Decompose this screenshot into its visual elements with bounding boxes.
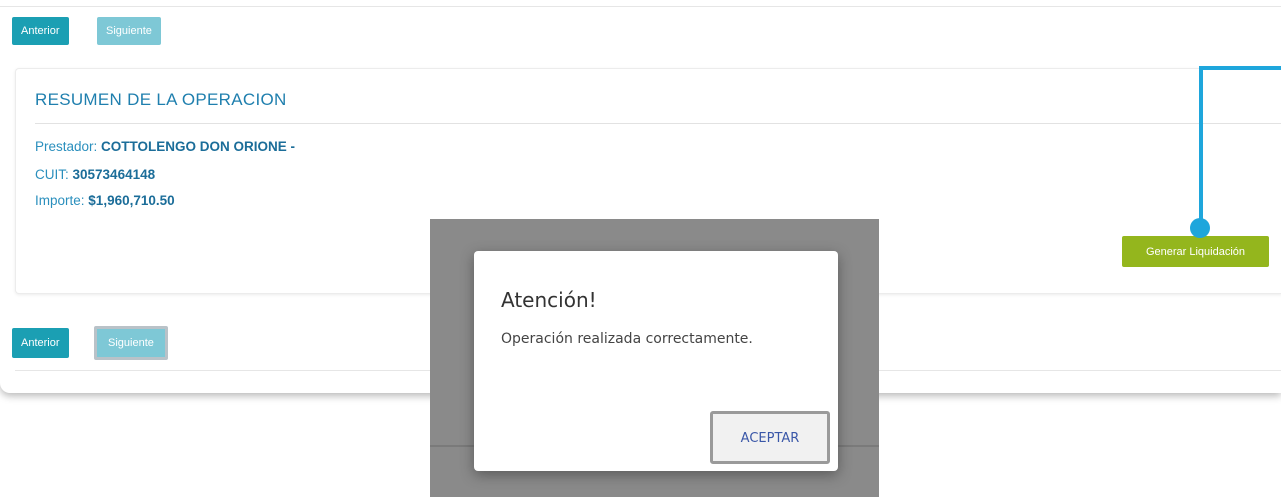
generate-settlement-button[interactable]: Generar Liquidación	[1122, 236, 1269, 267]
dialog-title: Atención!	[501, 288, 597, 312]
annotation-connector-horizontal	[1199, 66, 1281, 70]
panel-divider	[35, 123, 1281, 124]
prev-button-top[interactable]: Anterior	[12, 17, 69, 45]
provider-row: Prestador: COTTOLENGO DON ORIONE -	[35, 139, 295, 154]
amount-row: Importe: $1,960,710.50	[35, 193, 175, 208]
provider-value: COTTOLENGO DON ORIONE -	[101, 139, 296, 154]
annotation-dot-icon	[1190, 218, 1210, 238]
cuit-label: CUIT:	[35, 167, 69, 182]
alert-dialog: Atención! Operación realizada correctame…	[474, 251, 838, 471]
amount-value: $1,960,710.50	[88, 193, 175, 208]
annotation-connector-vertical	[1199, 68, 1203, 226]
prev-button-bottom[interactable]: Anterior	[12, 328, 69, 358]
next-button-bottom[interactable]: Siguiente	[94, 326, 168, 360]
provider-label: Prestador:	[35, 139, 98, 154]
dialog-message: Operación realizada correctamente.	[501, 331, 753, 347]
top-divider	[0, 6, 1281, 7]
cuit-value: 30573464148	[72, 167, 156, 182]
panel-title: RESUMEN DE LA OPERACION	[35, 90, 287, 109]
next-button-top[interactable]: Siguiente	[97, 17, 161, 45]
accept-button[interactable]: ACEPTAR	[710, 411, 830, 464]
amount-label: Importe:	[35, 193, 85, 208]
cuit-row: CUIT: 30573464148	[35, 167, 155, 182]
